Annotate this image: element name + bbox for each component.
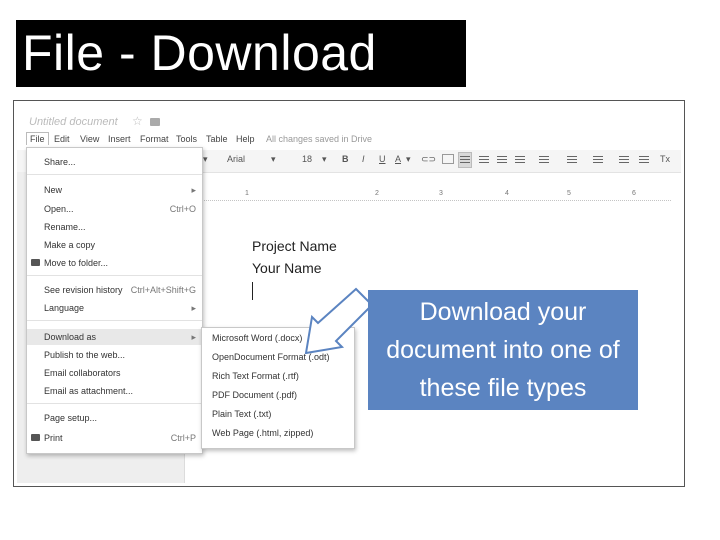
menu-item-label: Email collaborators xyxy=(44,368,121,378)
menu-divider xyxy=(27,320,202,321)
bulleted-list-icon[interactable] xyxy=(593,156,603,157)
menu-item-label: Make a copy xyxy=(44,240,96,250)
chevron-down-icon[interactable]: ▾ xyxy=(322,154,327,165)
menu-table[interactable]: Table xyxy=(206,134,228,144)
menu-item-label: See revision history xyxy=(44,285,123,295)
menu-item-label: Rename... xyxy=(44,222,86,232)
chevron-down-icon[interactable]: ▾ xyxy=(406,154,411,165)
menu-item-label: Download as xyxy=(44,332,97,342)
align-left-button[interactable] xyxy=(458,152,472,168)
callout-box: Download your document into one of these… xyxy=(368,290,638,410)
body-line-your-name[interactable]: Your Name xyxy=(252,260,322,276)
menu-divider xyxy=(27,174,202,175)
ruler-tick: 1 xyxy=(245,190,249,197)
menu-item-revision-history[interactable]: See revision history Ctrl+Alt+Shift+G xyxy=(27,282,202,298)
align-left-icon xyxy=(460,156,470,157)
folder-icon[interactable] xyxy=(150,118,160,126)
menu-item-open[interactable]: Open... Ctrl+O xyxy=(27,201,202,217)
decrease-indent-icon[interactable] xyxy=(619,156,629,157)
chevron-down-icon[interactable]: ▾ xyxy=(271,154,276,165)
menu-item-label: Print xyxy=(44,433,63,443)
font-size-select[interactable]: 18 xyxy=(302,154,312,164)
ruler-tick: 4 xyxy=(505,190,509,197)
saved-status: All changes saved in Drive xyxy=(266,134,373,144)
chevron-down-icon[interactable]: ▾ xyxy=(203,154,208,165)
menu-item-label: Email as attachment... xyxy=(44,386,134,396)
menu-item-label: Page setup... xyxy=(44,413,98,423)
align-right-icon[interactable] xyxy=(497,156,507,157)
menu-item-new[interactable]: New ▸ xyxy=(27,182,202,198)
text-cursor xyxy=(252,282,253,300)
slide-title: File - Download xyxy=(16,20,466,87)
menu-item-email-attachment[interactable]: Email as attachment... xyxy=(27,383,202,399)
menu-item-label: Language xyxy=(44,303,85,313)
underline-button[interactable]: U xyxy=(379,154,386,164)
menu-insert[interactable]: Insert xyxy=(108,134,131,144)
menu-tools[interactable]: Tools xyxy=(176,134,197,144)
menu-item-download-as[interactable]: Download as ▸ xyxy=(27,329,202,345)
menu-item-label: Move to folder... xyxy=(44,258,109,268)
ruler[interactable]: 1 2 3 4 5 6 xyxy=(187,190,671,201)
menu-item-print[interactable]: Print Ctrl+P xyxy=(27,430,202,446)
menu-item-share[interactable]: Share... xyxy=(27,154,202,170)
menu-item-label: Share... xyxy=(44,157,76,167)
menu-item-rename[interactable]: Rename... xyxy=(27,219,202,235)
menu-view[interactable]: View xyxy=(80,134,99,144)
download-pdf[interactable]: PDF Document (.pdf) xyxy=(212,387,297,403)
menu-item-publish[interactable]: Publish to the web... xyxy=(27,347,202,363)
folder-icon xyxy=(31,259,40,266)
download-txt[interactable]: Plain Text (.txt) xyxy=(212,406,271,422)
ruler-tick: 2 xyxy=(375,190,379,197)
numbered-list-icon[interactable] xyxy=(567,156,577,157)
file-menu: Share... New ▸ Open... Ctrl+O Rename... Ma… xyxy=(26,147,203,454)
chevron-right-icon: ▸ xyxy=(191,185,196,195)
menu-item-label: Open... xyxy=(44,204,74,214)
download-docx[interactable]: Microsoft Word (.docx) xyxy=(212,330,302,346)
ruler-tick: 3 xyxy=(439,190,443,197)
star-icon[interactable]: ☆ xyxy=(132,114,143,128)
ruler-tick: 6 xyxy=(632,190,636,197)
menu-edit[interactable]: Edit xyxy=(54,134,70,144)
menu-item-make-copy[interactable]: Make a copy xyxy=(27,237,202,253)
italic-button[interactable]: I xyxy=(362,154,365,164)
menu-divider xyxy=(27,403,202,404)
bold-button[interactable]: B xyxy=(342,154,349,164)
body-line-project-name[interactable]: Project Name xyxy=(252,238,337,254)
align-center-icon[interactable] xyxy=(479,156,489,157)
clear-formatting-button[interactable]: Tx xyxy=(660,154,670,164)
menu-item-email-collaborators[interactable]: Email collaborators xyxy=(27,365,202,381)
document-title[interactable]: Untitled document xyxy=(29,116,118,128)
download-rtf[interactable]: Rich Text Format (.rtf) xyxy=(212,368,299,384)
increase-indent-icon[interactable] xyxy=(639,156,649,157)
menu-item-move-to-folder[interactable]: Move to folder... xyxy=(27,255,202,271)
font-select[interactable]: Arial xyxy=(227,154,245,164)
text-color-button[interactable]: A xyxy=(395,154,401,164)
chevron-right-icon: ▸ xyxy=(191,332,196,342)
callout-text: Download your document into one of these… xyxy=(386,298,620,402)
menu-item-shortcut: Ctrl+P xyxy=(170,433,196,443)
menu-file[interactable]: File xyxy=(26,132,49,145)
ruler-tick: 5 xyxy=(567,190,571,197)
menu-item-label: New xyxy=(44,185,63,195)
link-icon[interactable]: ⊂⊃ xyxy=(421,154,436,165)
chevron-right-icon: ▸ xyxy=(191,303,196,313)
line-spacing-icon[interactable] xyxy=(539,156,549,157)
printer-icon xyxy=(31,434,40,441)
menu-item-page-setup[interactable]: Page setup... xyxy=(27,410,202,426)
menu-format[interactable]: Format xyxy=(140,134,169,144)
menu-item-shortcut: Ctrl+Alt+Shift+G xyxy=(130,285,196,295)
download-html[interactable]: Web Page (.html, zipped) xyxy=(212,425,313,441)
menu-help[interactable]: Help xyxy=(236,134,255,144)
menu-divider xyxy=(27,275,202,276)
menu-item-language[interactable]: Language ▸ xyxy=(27,300,202,316)
menu-item-label: Publish to the web... xyxy=(44,350,126,360)
comment-icon[interactable] xyxy=(442,154,454,164)
menu-item-shortcut: Ctrl+O xyxy=(169,204,196,214)
align-justify-icon[interactable] xyxy=(515,156,525,157)
